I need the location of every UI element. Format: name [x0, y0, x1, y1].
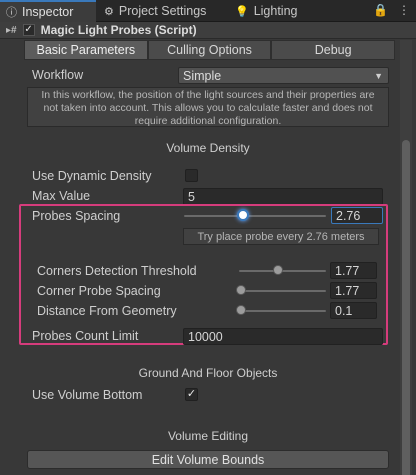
corner-probe-spacing-row: Corner Probe Spacing [37, 282, 161, 300]
corner-probe-spacing-slider-track[interactable] [239, 290, 326, 292]
corners-detection-row: Corners Detection Threshold [37, 262, 197, 280]
use-volume-bottom-row: Use Volume Bottom [32, 386, 142, 404]
distance-from-geometry-slider-handle[interactable] [235, 305, 246, 315]
section-volume-density: Volume Density [166, 141, 250, 155]
tab-inspector[interactable]: ⓘ Inspector [0, 0, 96, 22]
tab-lighting-label: Lighting [253, 4, 298, 18]
toolbar-debug[interactable]: Debug [271, 40, 396, 60]
workflow-value: Simple [183, 68, 222, 83]
inspector-scrollbar[interactable] [400, 40, 412, 475]
max-value-label: Max Value [32, 189, 91, 203]
distance-from-geometry-label: Distance From Geometry [37, 304, 177, 318]
gear-icon: ⚙ [104, 5, 114, 18]
probes-spacing-slider-handle[interactable] [237, 209, 250, 221]
corner-probe-spacing-label: Corner Probe Spacing [37, 284, 161, 298]
use-volume-bottom-label: Use Volume Bottom [32, 388, 143, 402]
script-icon: ▸# [6, 24, 17, 36]
editor-tab-bar: ⓘ Inspector ⚙ Project Settings 💡 Lightin… [0, 0, 416, 22]
use-dynamic-density-label: Use Dynamic Density [32, 169, 152, 183]
corners-detection-label: Corners Detection Threshold [37, 264, 197, 278]
probes-count-limit-row: Probes Count Limit [32, 327, 138, 345]
help-line-1: In this workflow, the position of the li… [41, 89, 375, 101]
distance-from-geometry-field[interactable]: 0.1 [330, 302, 377, 319]
tab-project-settings[interactable]: ⚙ Project Settings [98, 0, 228, 22]
corner-probe-spacing-slider-handle[interactable] [235, 285, 246, 295]
lock-icon[interactable]: 🔒 [373, 3, 388, 17]
info-icon: ⓘ [6, 7, 17, 19]
scrollbar-thumb[interactable] [402, 140, 410, 475]
corners-detection-field[interactable]: 1.77 [330, 262, 377, 279]
probes-spacing-slider-track[interactable] [184, 215, 326, 217]
max-value-row: Max Value [32, 187, 90, 205]
help-line-2: not taken into account. This allows you … [43, 102, 373, 114]
toolbar-basic-parameters[interactable]: Basic Parameters [24, 40, 148, 60]
workflow-help-box: In this workflow, the position of the li… [27, 87, 389, 127]
distance-from-geometry-row: Distance From Geometry [37, 302, 177, 320]
tab-lighting[interactable]: 💡 Lighting [229, 0, 309, 22]
component-header[interactable]: ▸# ✓ Magic Light Probes (Script) [0, 22, 416, 39]
section-volume-editing: Volume Editing [167, 429, 249, 443]
probes-count-limit-label: Probes Count Limit [32, 329, 139, 343]
more-menu-icon[interactable]: ⋮ [398, 3, 410, 17]
tab-inspector-label: Inspector [22, 5, 74, 19]
component-enabled-checkbox[interactable]: ✓ [22, 24, 35, 36]
probes-spacing-hint: Try place probe every 2.76 meters [183, 228, 379, 245]
help-line-3: require additional configuration. [134, 115, 282, 127]
use-dynamic-density-row: Use Dynamic Density [32, 167, 151, 185]
use-dynamic-density-checkbox[interactable] [185, 169, 198, 182]
probes-spacing-field[interactable]: 2.76 [331, 207, 383, 224]
workflow-dropdown[interactable]: Simple ▼ [178, 67, 389, 84]
corner-probe-spacing-field[interactable]: 1.77 [330, 282, 377, 299]
section-ground-floor: Ground And Floor Objects [138, 366, 278, 380]
workflow-row: Workflow [32, 66, 83, 84]
probes-count-limit-field[interactable]: 10000 [183, 328, 383, 345]
distance-from-geometry-slider-track[interactable] [239, 310, 326, 312]
workflow-label: Workflow [32, 68, 84, 82]
toolbar-culling-options[interactable]: Culling Options [147, 40, 272, 60]
probes-spacing-label: Probes Spacing [32, 209, 121, 223]
component-title: Magic Light Probes (Script) [40, 23, 197, 37]
max-value-field[interactable]: 5 [183, 188, 383, 205]
chevron-down-icon: ▼ [374, 71, 383, 81]
tab-project-settings-label: Project Settings [118, 4, 207, 18]
edit-volume-bounds-button[interactable]: Edit Volume Bounds [27, 450, 389, 469]
probes-spacing-row: Probes Spacing [32, 207, 120, 225]
lightbulb-icon: 💡 [235, 5, 249, 18]
use-volume-bottom-checkbox[interactable]: ✓ [185, 388, 198, 401]
parameter-toolbar: Basic Parameters Culling Options Debug [24, 40, 396, 60]
